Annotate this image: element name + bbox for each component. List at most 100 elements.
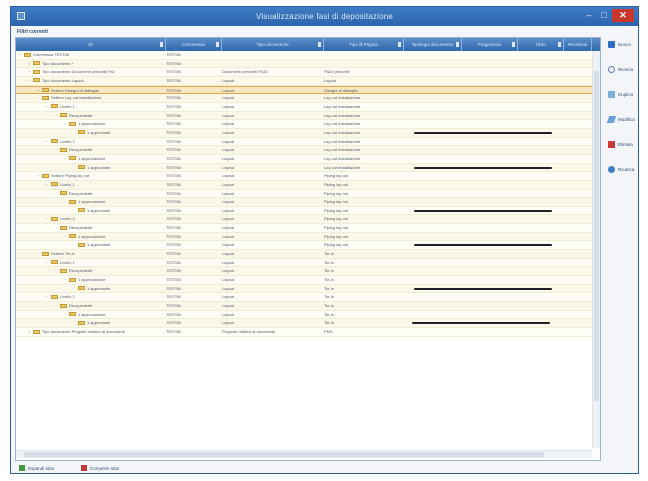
expand-toggle[interactable]: − — [64, 311, 68, 319]
table-row[interactable]: 1 approvante TEST56 Layout Piping lay out — [16, 241, 600, 251]
table-row[interactable]: − Livello 2 TEST56 Layout Tie-in — [16, 293, 600, 303]
minimize-button[interactable]: – — [582, 9, 596, 22]
filter-icon[interactable] — [512, 42, 515, 47]
expand-toggle[interactable]: + — [28, 60, 32, 68]
expand-toggle[interactable]: − — [64, 276, 68, 284]
table-row[interactable]: − Settore Piping lay out TEST56 Layout Pipin… — [16, 172, 600, 181]
expand-toggle[interactable]: − — [46, 259, 50, 267]
table-row[interactable]: − Recuperabile TEST56 Layout Lay out install… — [16, 146, 600, 155]
table-row[interactable]: − Livello 1 TEST56 Layout Piping lay out — [16, 180, 600, 190]
column-header[interactable]: Tipo documento — [222, 38, 324, 51]
expand-toggle[interactable]: − — [37, 250, 41, 258]
duplicate-button[interactable]: Duplica — [605, 87, 637, 103]
table-row[interactable]: 1 approvante TEST56 Layout Lay out installa… — [16, 128, 600, 138]
edit-button[interactable]: Modifica — [605, 112, 637, 128]
expand-toggle[interactable]: − — [46, 215, 50, 223]
tree-grid[interactable]: ID Commessa Tipo documento Tipo di Pagin… — [15, 37, 601, 461]
expand-toggle[interactable]: − — [55, 112, 59, 120]
edit-icon — [606, 116, 617, 123]
close-button[interactable]: ✕ — [612, 9, 634, 22]
expand-toggle[interactable]: − — [19, 51, 23, 59]
horizontal-scroll-thumb[interactable] — [24, 452, 544, 457]
current-filters-label[interactable]: Filtri correnti — [17, 29, 48, 35]
table-row[interactable]: 1 approvante TEST56 Layout Tie-in — [16, 319, 600, 328]
expand-toggle[interactable]: − — [55, 267, 59, 275]
expand-toggle[interactable]: + — [28, 328, 32, 336]
expand-toggle[interactable]: + — [28, 68, 32, 76]
vertical-scroll-thumb[interactable] — [594, 71, 599, 401]
table-row[interactable]: − 1 approvazione TEST56 Layout Tie-in — [16, 276, 600, 285]
table-row[interactable]: − Recuperabile TEST56 Layout Piping lay out — [16, 224, 600, 233]
table-row[interactable]: − 1 approvazione TEST56 Layout Piping lay ou… — [16, 232, 600, 242]
table-row[interactable]: 1 approvante TEST56 Layout Lay out installa… — [16, 163, 600, 173]
table-row[interactable]: − Livello 1 TEST56 Layout Tie-in — [16, 258, 600, 268]
expand-toggle[interactable]: − — [55, 302, 59, 310]
expand-toggle[interactable]: − — [64, 198, 68, 206]
expand-toggle[interactable]: − — [55, 190, 59, 198]
table-row[interactable]: − 1 approvazione TEST56 Layout Tie-in — [16, 310, 600, 320]
maximize-button[interactable]: □ — [597, 9, 611, 22]
duplicate-button-label: Duplica — [618, 92, 634, 97]
search-button[interactable]: Ricerca — [605, 62, 637, 78]
table-row[interactable]: + Settore Disegni di dettaglio TEST56 Layou… — [16, 85, 600, 95]
table-row[interactable]: 1 approvante TEST56 Layout Piping lay out — [16, 206, 600, 216]
table-row[interactable]: − Recuperabile TEST56 Layout Lay out install… — [16, 111, 600, 121]
tipo-pagina-cell: Lay out installazione — [324, 164, 361, 170]
table-row[interactable]: − Recuperabile TEST56 Layout Tie-in — [16, 302, 600, 311]
table-row[interactable]: − Livello 2 TEST56 Layout Piping lay out — [16, 215, 600, 225]
title-bar[interactable]: Visualizzazione fasi di depositazione – … — [11, 7, 638, 26]
column-header[interactable]: Tipologia documento — [404, 38, 462, 51]
column-header[interactable]: Revisione — [564, 38, 592, 51]
collapse-all-button[interactable]: Comprimi tutto — [81, 464, 119, 473]
column-header[interactable]: Commessa — [166, 38, 222, 51]
table-row[interactable]: − Tipo documento Layout TEST56 Layout Layout — [16, 76, 600, 86]
expand-toggle[interactable]: − — [55, 146, 59, 154]
delete-button[interactable]: Elimina — [605, 137, 637, 153]
tree-cell: − Settore Tie-in — [16, 250, 164, 258]
tipo-documento-cell — [222, 51, 320, 59]
table-row[interactable]: − Recuperabile TEST56 Layout Piping lay out — [16, 189, 600, 199]
table-row[interactable]: + Tipo documento Documenti prescritti P&I… — [16, 68, 600, 77]
table-row[interactable]: − Livello 1 TEST56 Layout Lay out installazi… — [16, 102, 600, 112]
filter-icon[interactable] — [160, 42, 163, 47]
table-row[interactable]: − 1 approvazione TEST56 Layout Piping lay ou… — [16, 198, 600, 207]
table-row[interactable]: − Settore Tie-in TEST56 Layout Tie-in — [16, 250, 600, 259]
table-row[interactable]: + Tipo documento Progetto relativo ai doc… — [16, 328, 600, 337]
expand-toggle[interactable]: − — [55, 224, 59, 232]
column-header[interactable]: ID — [16, 38, 166, 51]
refresh-button[interactable]: Ricarica — [605, 162, 637, 178]
expand-toggle[interactable]: − — [64, 233, 68, 241]
table-row[interactable]: − Settore Lay out installazione TEST56 Layo… — [16, 94, 600, 103]
column-header[interactable]: Progressivo — [462, 38, 518, 51]
table-row[interactable]: − Livello 2 TEST56 Layout Lay out installazi… — [16, 137, 600, 147]
table-row[interactable]: − 1 approvazione TEST56 Layout Lay out insta… — [16, 120, 600, 129]
expand-toggle[interactable]: − — [46, 293, 50, 301]
new-button[interactable]: Nuovo — [605, 37, 637, 53]
commessa-cell: TEST56 — [166, 69, 181, 75]
filter-icon[interactable] — [456, 42, 459, 47]
expand-toggle[interactable]: − — [46, 103, 50, 111]
filter-icon[interactable] — [216, 42, 219, 47]
filter-icon[interactable] — [398, 42, 401, 47]
table-row[interactable]: + Tipo documento * TEST56 — [16, 59, 600, 69]
column-header[interactable]: Tipo di Pagina — [324, 38, 404, 51]
table-row[interactable]: − Commessa TEST56 TEST56 — [16, 51, 600, 60]
expand-toggle[interactable]: − — [64, 155, 68, 163]
expand-toggle[interactable]: − — [64, 120, 68, 128]
expand-toggle[interactable]: − — [28, 77, 32, 85]
expand-all-button[interactable]: Espandi tutto — [19, 464, 54, 473]
expand-toggle[interactable]: − — [37, 94, 41, 102]
expand-toggle[interactable]: − — [46, 181, 50, 189]
vertical-scrollbar[interactable] — [592, 51, 600, 448]
table-row[interactable]: − 1 approvazione TEST56 Layout Lay out insta… — [16, 154, 600, 164]
column-header[interactable]: Titolo — [518, 38, 564, 51]
table-row[interactable]: − Recuperabile TEST56 Layout Tie-in — [16, 267, 600, 277]
filter-icon[interactable] — [558, 42, 561, 47]
filter-icon[interactable] — [318, 42, 321, 47]
commessa-cell: TEST56 — [166, 311, 181, 317]
tipo-pagina-cell: Piping lay out — [324, 233, 349, 239]
table-row[interactable]: 1 approvante TEST56 Layout Tie-in — [16, 284, 600, 294]
expand-toggle[interactable]: − — [37, 172, 41, 180]
horizontal-scrollbar[interactable] — [16, 450, 592, 458]
expand-toggle[interactable]: − — [46, 138, 50, 146]
